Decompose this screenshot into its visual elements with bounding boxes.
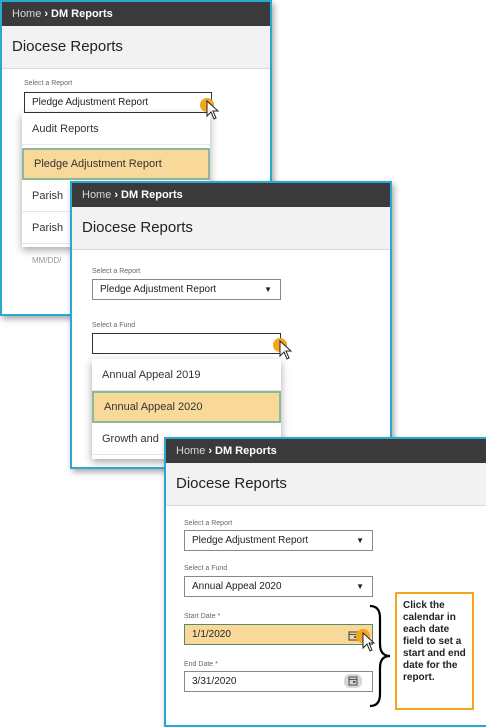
report-select[interactable]: Pledge Adjustment Report xyxy=(24,92,212,113)
mouse-pointer-icon xyxy=(279,340,293,360)
report-select-value: Pledge Adjustment Report xyxy=(192,535,309,546)
fund-select-label: Select a Fund xyxy=(92,322,136,329)
report-select-label: Select a Report xyxy=(92,268,141,275)
date-placeholder: MM/DD/ xyxy=(32,256,62,265)
caret-down-icon: ▼ xyxy=(264,285,272,294)
chevron-right-icon: › xyxy=(44,8,49,20)
instruction-callout: Click the calendar in each date field to… xyxy=(395,592,474,710)
breadcrumb-home-link[interactable]: Home xyxy=(176,445,205,457)
report-option-pledge-adjustment[interactable]: Pledge Adjustment Report xyxy=(22,148,210,180)
caret-down-icon: ▼ xyxy=(356,536,364,545)
chevron-right-icon: › xyxy=(208,445,213,457)
fund-option-annual-appeal-2019[interactable]: Annual Appeal 2019 xyxy=(92,359,281,391)
report-option-audit[interactable]: Audit Reports xyxy=(22,113,210,145)
end-date-calendar-button[interactable] xyxy=(344,674,362,688)
report-select-value: Pledge Adjustment Report xyxy=(32,97,149,108)
page-title: Diocese Reports xyxy=(2,26,270,69)
breadcrumb-current: DM Reports xyxy=(121,189,183,201)
breadcrumb-current: DM Reports xyxy=(215,445,277,457)
fund-select[interactable] xyxy=(92,333,281,354)
breadcrumb: Home › DM Reports xyxy=(2,2,270,26)
panel-fund-select: Home › DM Reports Diocese Reports Select a… xyxy=(70,181,392,469)
end-date-value: 3/31/2020 xyxy=(192,676,237,687)
report-select[interactable]: Pledge Adjustment Report ▼ xyxy=(92,279,281,300)
start-date-field[interactable]: 1/1/2020 xyxy=(184,624,373,645)
breadcrumb: Home › DM Reports xyxy=(166,439,486,463)
breadcrumb-current: DM Reports xyxy=(51,8,113,20)
page-title: Diocese Reports xyxy=(166,463,486,506)
breadcrumb: Home › DM Reports xyxy=(72,183,390,207)
start-date-label: Start Date * xyxy=(184,613,221,620)
report-select-label: Select a Report xyxy=(184,520,233,527)
calendar-icon xyxy=(348,676,358,686)
mouse-pointer-icon xyxy=(206,100,220,120)
brace-icon xyxy=(369,604,391,708)
fund-select[interactable]: Annual Appeal 2020 ▼ xyxy=(184,576,373,597)
report-select-value: Pledge Adjustment Report xyxy=(100,284,217,295)
page-title: Diocese Reports xyxy=(72,207,390,250)
breadcrumb-home-link[interactable]: Home xyxy=(82,189,111,201)
end-date-label: End Date * xyxy=(184,661,218,668)
report-select[interactable]: Pledge Adjustment Report ▼ xyxy=(184,530,373,551)
fund-option-annual-appeal-2020[interactable]: Annual Appeal 2020 xyxy=(92,391,281,423)
fund-select-value: Annual Appeal 2020 xyxy=(192,581,282,592)
chevron-right-icon: › xyxy=(114,189,119,201)
start-date-value: 1/1/2020 xyxy=(192,629,231,640)
fund-select-label: Select a Fund xyxy=(184,565,228,572)
caret-down-icon: ▼ xyxy=(356,582,364,591)
instruction-text: Click the calendar in each date field to… xyxy=(403,600,466,683)
report-select-label: Select a Report xyxy=(24,80,73,87)
breadcrumb-home-link[interactable]: Home xyxy=(12,8,41,20)
